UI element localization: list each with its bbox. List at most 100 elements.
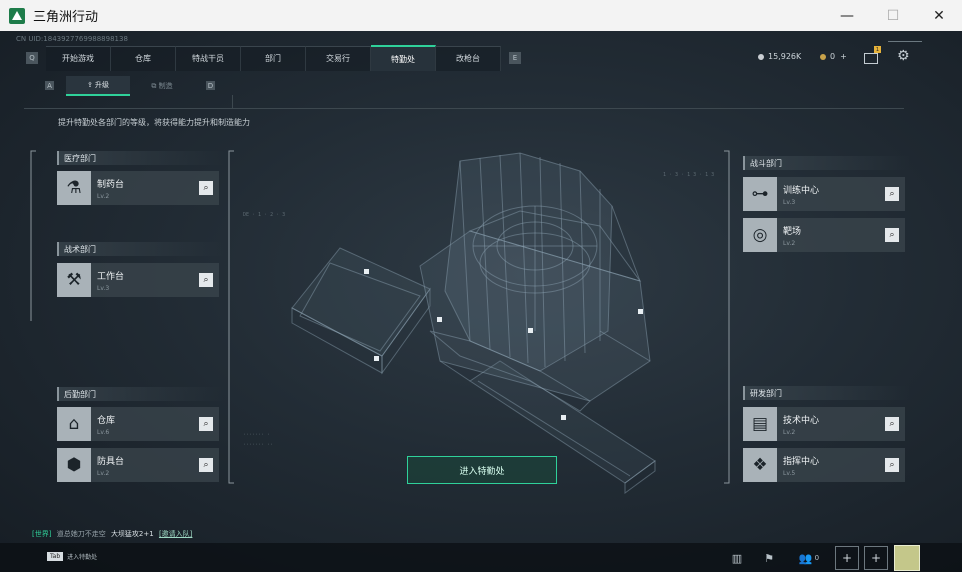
subnav-prev-key[interactable]: A [45, 81, 54, 90]
avatar[interactable] [894, 545, 920, 571]
card-name: 训练中心 [783, 185, 820, 196]
section-research: 研发部门 [743, 386, 910, 400]
chat-line: [世界] 道总她刀不走空 大坝猛攻2+1 [邀请入队] [32, 529, 192, 539]
page-description: 提升特勤处各部门的等级，将获得能力提升和制造能力 [58, 118, 250, 127]
nav-next-key[interactable]: E [509, 52, 521, 64]
ticket-amount: 0 [830, 52, 836, 61]
card-workbench[interactable]: ⚒ 工作台 Lv.3 ⌕ [57, 263, 219, 297]
subtab-upgrade[interactable]: ⇪ 升级 [66, 76, 130, 96]
enter-special-ops-button[interactable]: 进入特勤处 [407, 456, 557, 484]
card-training-center[interactable]: ⊶ 训练中心 Lv.3 ⌕ [743, 177, 905, 211]
search-icon[interactable]: ⌕ [885, 417, 899, 431]
tab-department[interactable]: 部门 [241, 45, 306, 71]
section-logistics: 后勤部门 [57, 387, 224, 401]
card-command-center[interactable]: ❖ 指挥中心 Lv.5 ⌕ [743, 448, 905, 482]
chat-user: 道总她刀不走空 [56, 530, 106, 538]
enter-shortcut[interactable]: Tab 进入特勤处 [47, 549, 97, 564]
search-icon[interactable]: ⌕ [885, 228, 899, 242]
card-level: Lv.2 [783, 428, 796, 436]
main-nav: Q 开始游戏 仓库 特战干员 部门 交易行 特勤处 改枪台 E [18, 45, 540, 71]
stats-icon[interactable]: ▥ [726, 547, 748, 569]
card-level: Lv.3 [97, 284, 110, 292]
command-icon: ❖ [743, 448, 777, 482]
section-tactical: 战术部门 [57, 242, 224, 256]
card-tech-center[interactable]: ▤ 技术中心 Lv.2 ⌕ [743, 407, 905, 441]
svg-text:DE · 1 · 2 · 3: DE · 1 · 2 · 3 [243, 212, 285, 218]
svg-text:······· ··: ······· ·· [243, 442, 273, 448]
section-combat: 战斗部门 [743, 156, 910, 170]
flag-icon[interactable]: ⚑ [758, 547, 780, 569]
card-level: Lv.3 [783, 198, 796, 206]
chat-message: 大坝猛攻2+1 [110, 530, 154, 538]
tab-trading[interactable]: 交易行 [306, 45, 371, 71]
subnav-next-key[interactable]: D [206, 81, 215, 90]
warehouse-icon: ⌂ [57, 407, 91, 441]
section-medical: 医疗部门 [57, 151, 224, 165]
tab-operators[interactable]: 特战干员 [176, 45, 241, 71]
uid-label: CN UID:1843927769988898138 [16, 35, 128, 43]
card-shooting-range[interactable]: ◎ 靶场 Lv.2 ⌕ [743, 218, 905, 252]
card-armor-bench[interactable]: ⬢ 防具台 Lv.2 ⌕ [57, 448, 219, 482]
coin-amount: 15,926K [768, 52, 802, 61]
app-logo-icon [9, 7, 25, 24]
tab-key-label: 进入特勤处 [67, 554, 98, 561]
close-button[interactable]: ✕ [916, 0, 962, 31]
tab-start-game[interactable]: 开始游戏 [46, 45, 111, 71]
search-icon[interactable]: ⌕ [199, 458, 213, 472]
target-icon: ◎ [743, 218, 777, 252]
building-wireframe-illustration: DE · 1 · 2 · 3 1 · 3 · 1 3 · 1 3 ·······… [30, 150, 730, 494]
card-level: Lv.6 [97, 428, 110, 436]
search-icon[interactable]: ⌕ [885, 458, 899, 472]
window-title: 三角洲行动 [33, 10, 99, 25]
tab-special-ops[interactable]: 特勤处 [371, 45, 436, 71]
card-name: 技术中心 [783, 415, 820, 426]
card-name: 仓库 [97, 415, 116, 426]
friends-count: 0 [814, 554, 820, 562]
nav-prev-key[interactable]: Q [26, 52, 38, 64]
card-level: Lv.2 [97, 469, 110, 477]
gear-icon[interactable]: ⚙ [897, 48, 910, 64]
friends-button[interactable]: 👥 0 [794, 547, 824, 569]
chat-channel: [世界] [32, 530, 52, 538]
dumbbell-icon: ⊶ [743, 177, 777, 211]
minimize-button[interactable]: — [824, 0, 870, 31]
window-titlebar: 三角洲行动 — ☐ ✕ [0, 0, 962, 31]
tab-warehouse[interactable]: 仓库 [111, 45, 176, 71]
maximize-button[interactable]: ☐ [870, 0, 916, 31]
add-team-slot-button[interactable]: + [835, 546, 859, 570]
game-viewport: DE · 1 · 2 · 3 1 · 3 · 1 3 · 1 3 ·······… [0, 31, 962, 572]
friends-icon: 👥 [798, 551, 813, 565]
card-pharmacy[interactable]: ⚗ 制药台 Lv.2 ⌕ [57, 171, 219, 205]
subtab-craft[interactable]: ⧉ 制造 [130, 77, 194, 95]
card-name: 制药台 [97, 179, 125, 190]
sub-nav: ⇪ 升级 ⧉ 制造 [66, 76, 194, 96]
card-name: 靶场 [783, 226, 802, 237]
card-level: Lv.2 [97, 192, 110, 200]
card-level: Lv.2 [783, 239, 796, 247]
add-team-slot-button-2[interactable]: + [864, 546, 888, 570]
search-icon[interactable]: ⌕ [199, 273, 213, 287]
add-ticket-button[interactable]: + [840, 52, 847, 61]
card-name: 指挥中心 [783, 456, 820, 467]
subtab-upgrade-label: 升级 [95, 81, 110, 89]
microscope-icon: ⚗ [57, 171, 91, 205]
monitor-icon: ▤ [743, 407, 777, 441]
subtab-craft-label: 制造 [158, 82, 173, 90]
search-icon[interactable]: ⌕ [885, 187, 899, 201]
coin-icon [758, 53, 764, 60]
search-icon[interactable]: ⌕ [199, 181, 213, 195]
tools-icon: ⚒ [57, 263, 91, 297]
armor-icon: ⬢ [57, 448, 91, 482]
tab-gunsmith[interactable]: 改枪台 [436, 45, 501, 71]
coin-balance[interactable]: 15,926K [758, 52, 801, 61]
chat-invite-link[interactable]: [邀请入队] [159, 530, 192, 538]
card-warehouse[interactable]: ⌂ 仓库 Lv.6 ⌕ [57, 407, 219, 441]
search-icon[interactable]: ⌕ [199, 417, 213, 431]
card-name: 防具台 [97, 456, 125, 467]
mail-icon[interactable] [864, 53, 878, 64]
ticket-icon [820, 53, 826, 60]
card-level: Lv.5 [783, 469, 796, 477]
mail-badge: 1 [874, 46, 881, 53]
tab-key: Tab [47, 552, 64, 561]
ticket-balance[interactable]: 0 + [820, 52, 847, 61]
